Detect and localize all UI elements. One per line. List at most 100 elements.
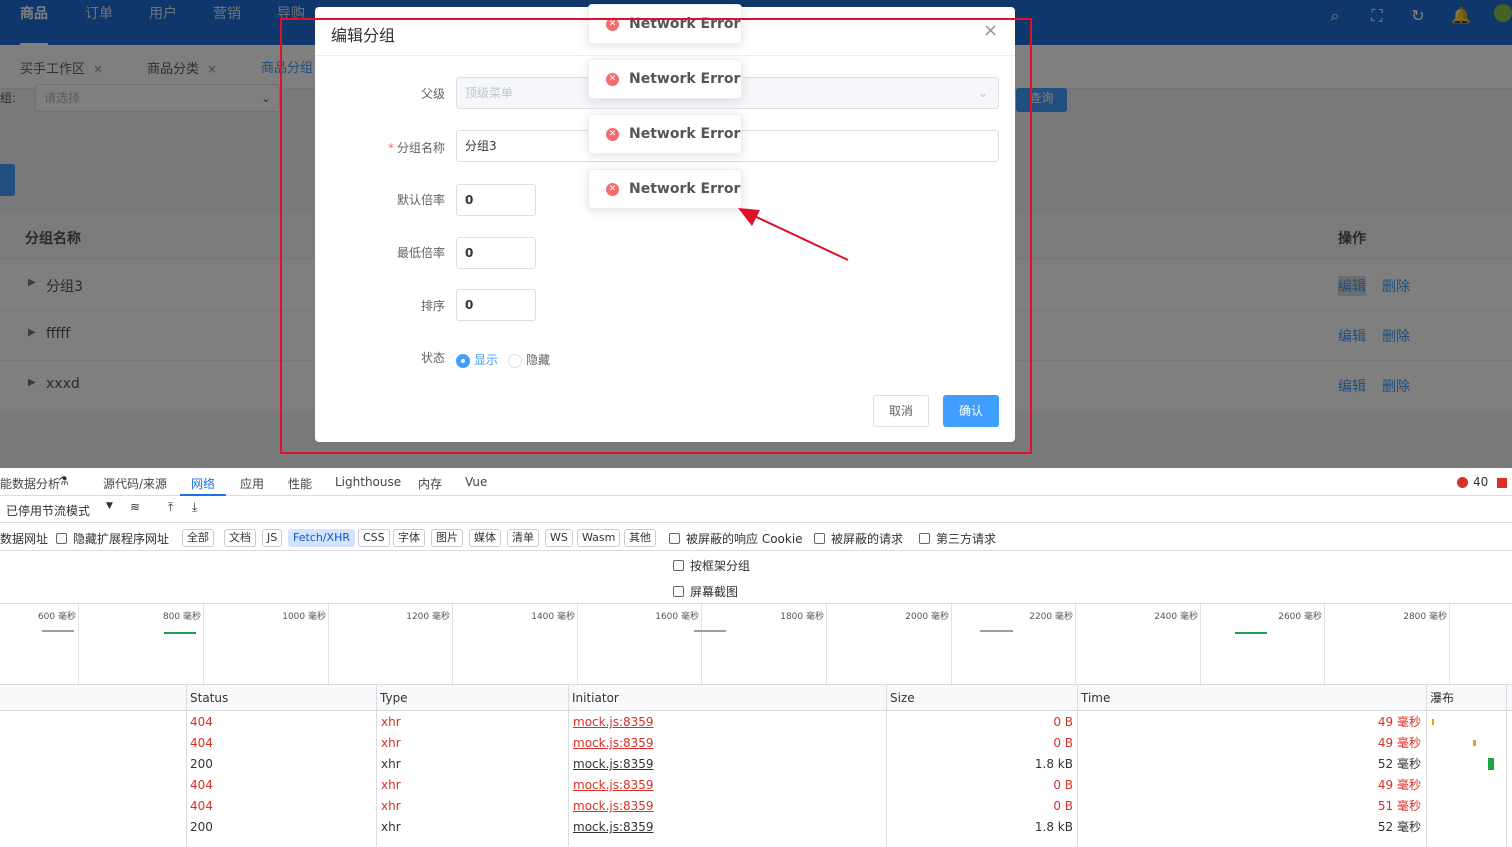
row-time: 51 毫秒 xyxy=(1377,799,1421,813)
column-header-initiator[interactable]: Initiator xyxy=(568,685,619,711)
checkbox-label: 屏幕截图 xyxy=(690,585,739,599)
request-row[interactable]: 200 xhr mock.js:8359 1.8 kB 52 毫秒 xyxy=(0,754,1512,775)
timeline-request-bar xyxy=(694,630,726,632)
error-icon xyxy=(1457,477,1468,488)
row-time: 49 毫秒 xyxy=(1377,778,1421,792)
grid-line xyxy=(1075,604,1076,684)
row-size: 0 B xyxy=(1053,799,1073,813)
grid-line xyxy=(452,604,453,684)
timeline-request-bar xyxy=(42,630,74,632)
filter-chip-all[interactable]: 全部 xyxy=(182,529,214,547)
column-header-size[interactable]: Size xyxy=(886,685,915,711)
filter-chip-manifest[interactable]: 清单 xyxy=(507,529,539,547)
row-initiator-link[interactable]: mock.js:8359 xyxy=(573,733,654,754)
blocked-requests-checkbox[interactable]: 被屏蔽的请求 xyxy=(814,530,903,547)
timeline-tick: 1800 毫秒 xyxy=(780,612,824,622)
tab-network[interactable]: 网络 xyxy=(191,475,215,492)
third-party-checkbox[interactable]: 第三方请求 xyxy=(919,530,996,547)
grid-line xyxy=(577,604,578,684)
checkbox-box xyxy=(56,533,67,544)
filter-chip-img[interactable]: 图片 xyxy=(431,529,463,547)
timeline-tick: 800 毫秒 xyxy=(162,612,201,622)
caret-down-icon[interactable]: ▼ xyxy=(106,501,113,511)
row-type: xhr xyxy=(381,820,401,834)
timeline-tick: 2600 毫秒 xyxy=(1278,612,1322,622)
row-initiator-link[interactable]: mock.js:8359 xyxy=(573,796,654,817)
timeline-tick: 2200 毫秒 xyxy=(1029,612,1073,622)
upload-icon[interactable]: ⤒ xyxy=(168,500,173,515)
wifi-settings-icon[interactable]: ≋ xyxy=(130,500,140,514)
tab-sources[interactable]: 源代码/来源 xyxy=(103,475,167,492)
grid-line xyxy=(203,604,204,684)
row-size: 0 B xyxy=(1053,736,1073,750)
annotation-box xyxy=(280,18,1032,454)
tab-lighthouse[interactable]: Lighthouse xyxy=(335,475,401,489)
row-initiator-link[interactable]: mock.js:8359 xyxy=(573,712,654,733)
checkbox-box xyxy=(673,586,684,597)
filter-chip-ws[interactable]: WS xyxy=(545,529,573,547)
timeline-tick: 2400 毫秒 xyxy=(1154,612,1198,622)
devtools-panel: 能数据分析 ⚗ 源代码/来源 网络 应用 性能 Lighthouse 内存 Vu… xyxy=(0,468,1512,847)
row-time: 49 毫秒 xyxy=(1377,736,1421,750)
download-icon[interactable]: ⤓ xyxy=(192,500,197,515)
filter-chip-wasm[interactable]: Wasm xyxy=(577,529,621,547)
hide-extension-urls-checkbox[interactable]: 隐藏扩展程序网址 xyxy=(56,530,169,547)
grid-line xyxy=(951,604,952,684)
filter-chip-fetch-xhr[interactable]: Fetch/XHR xyxy=(288,529,355,547)
row-status: 404 xyxy=(190,778,213,792)
filter-chip-media[interactable]: 媒体 xyxy=(469,529,501,547)
grid-line xyxy=(1449,604,1450,684)
column-header-status[interactable]: Status xyxy=(186,685,228,711)
checkbox-label: 被屏蔽的响应 Cookie xyxy=(686,532,803,546)
checkbox-label: 被屏蔽的请求 xyxy=(831,532,904,546)
tab-memory[interactable]: 内存 xyxy=(418,475,442,492)
grid-line xyxy=(328,604,329,684)
timeline-tick: 1400 毫秒 xyxy=(531,612,575,622)
row-initiator-link[interactable]: mock.js:8359 xyxy=(573,754,654,775)
request-row[interactable]: 200 xhr mock.js:8359 1.8 kB 52 毫秒 xyxy=(0,817,1512,838)
request-row[interactable]: 404 xhr mock.js:8359 0 B 49 毫秒 xyxy=(0,775,1512,796)
timeline-request-bar xyxy=(1235,632,1267,634)
filter-chip-font[interactable]: 字体 xyxy=(393,529,425,547)
filter-chip-css[interactable]: CSS xyxy=(358,529,390,547)
tab-vue[interactable]: Vue xyxy=(465,475,487,489)
row-type: xhr xyxy=(381,778,401,792)
grid-line xyxy=(826,604,827,684)
checkbox-box xyxy=(669,533,680,544)
row-type: xhr xyxy=(381,715,401,729)
column-header-time[interactable]: Time xyxy=(1077,685,1110,711)
waterfall-bar xyxy=(1432,719,1434,725)
close-icon[interactable] xyxy=(1497,478,1507,488)
tab-application[interactable]: 应用 xyxy=(240,475,264,492)
timeline-tick: 1600 毫秒 xyxy=(655,612,699,622)
filter-chip-doc[interactable]: 文档 xyxy=(224,529,256,547)
request-row[interactable]: 404 xhr mock.js:8359 0 B 51 毫秒 xyxy=(0,796,1512,817)
column-header-type[interactable]: Type xyxy=(376,685,408,711)
throttle-select[interactable]: 已停用节流模式 xyxy=(6,502,90,519)
row-time: 49 毫秒 xyxy=(1377,715,1421,729)
row-initiator-link[interactable]: mock.js:8359 xyxy=(573,775,654,796)
row-status: 404 xyxy=(190,715,213,729)
screenshots-checkbox[interactable]: 屏幕截图 xyxy=(673,583,738,600)
row-size: 1.8 kB xyxy=(1034,820,1073,834)
filter-chip-other[interactable]: 其他 xyxy=(624,529,656,547)
request-row[interactable]: 404 xhr mock.js:8359 0 B 49 毫秒 xyxy=(0,712,1512,733)
group-by-frame-checkbox[interactable]: 按框架分组 xyxy=(673,557,750,574)
error-count[interactable]: 40 xyxy=(1473,475,1488,489)
column-header-waterfall[interactable]: 瀑布 xyxy=(1426,685,1454,711)
request-row[interactable]: 404 xhr mock.js:8359 0 B 49 毫秒 xyxy=(0,733,1512,754)
row-status: 404 xyxy=(190,736,213,750)
requests-table: Status Type Initiator Size Time 瀑布 404 x… xyxy=(0,685,1512,847)
network-timeline[interactable]: 600 毫秒 800 毫秒 1000 毫秒 1200 毫秒 1400 毫秒 16… xyxy=(0,603,1512,685)
grid-line xyxy=(78,604,79,684)
tab-performance[interactable]: 性能 xyxy=(288,475,312,492)
timeline-tick: 2000 毫秒 xyxy=(905,612,949,622)
row-status: 200 xyxy=(190,820,213,834)
tab-performance-insights[interactable]: 能数据分析 xyxy=(0,475,60,492)
blocked-cookies-checkbox[interactable]: 被屏蔽的响应 Cookie xyxy=(669,530,803,547)
filter-chip-js[interactable]: JS xyxy=(262,529,283,547)
data-url-label: 数据网址 xyxy=(0,532,49,546)
row-size: 0 B xyxy=(1053,715,1073,729)
timeline-request-bar xyxy=(164,632,196,634)
row-initiator-link[interactable]: mock.js:8359 xyxy=(573,817,654,838)
